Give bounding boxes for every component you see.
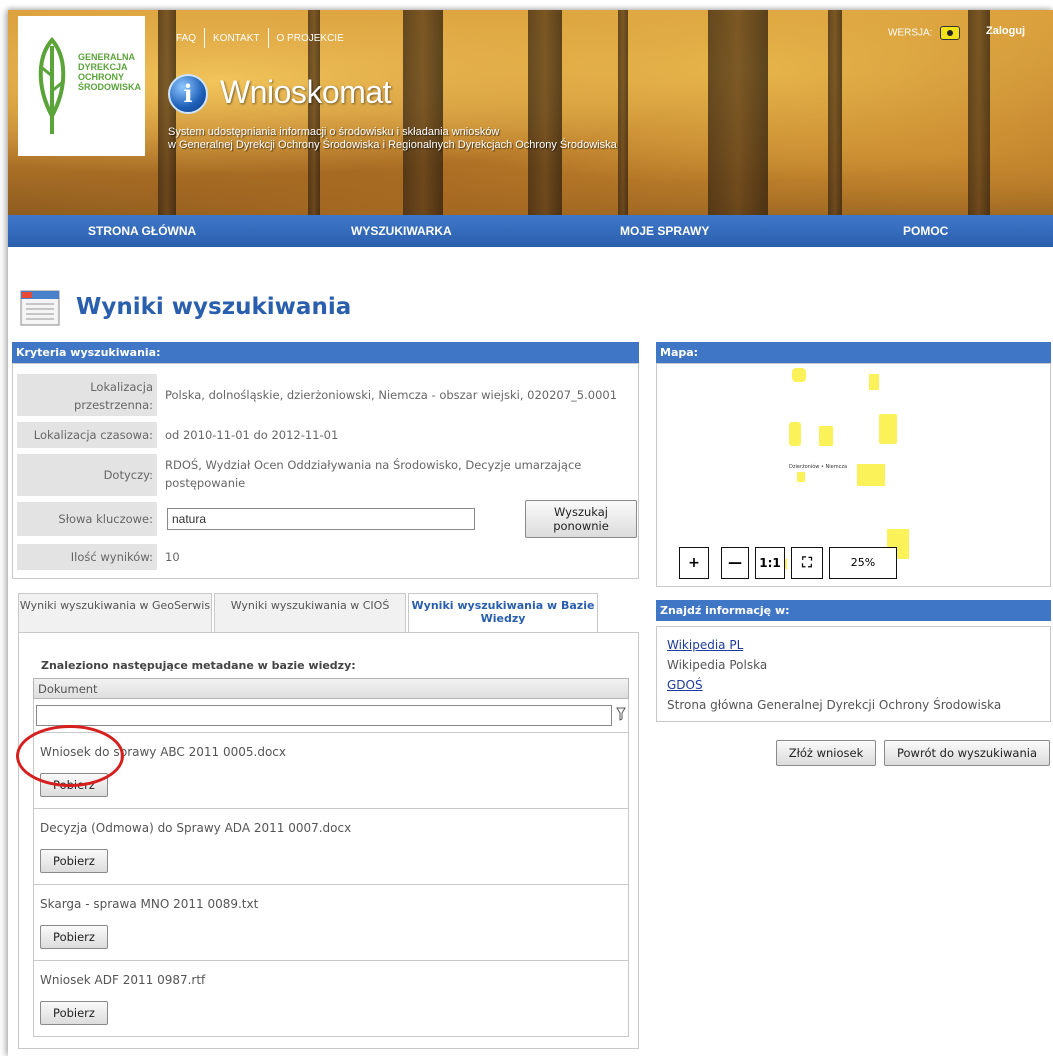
gdos-desc: Strona główna Generalnej Dyrekcji Ochron… bbox=[667, 698, 1002, 712]
nav-help[interactable]: POMOC bbox=[903, 224, 948, 238]
document-row: Decyzja (Odmowa) do Sprawy ADA 2011 0007… bbox=[33, 809, 629, 885]
results-panel: Znaleziono następujące metadane w bazie … bbox=[18, 632, 639, 1049]
document-name: Wniosek ADF 2011 0987.rtf bbox=[40, 973, 206, 987]
gdos-link[interactable]: GDOŚ bbox=[667, 678, 703, 692]
app-title: Wnioskomat bbox=[220, 74, 392, 110]
download-button[interactable]: Pobierz bbox=[40, 925, 108, 949]
document-name: Decyzja (Odmowa) do Sprawy ADA 2011 0007… bbox=[40, 821, 352, 835]
nav-search[interactable]: WYSZUKIWARKA bbox=[351, 224, 452, 238]
main-nav: STRONA GŁÓWNA WYSZUKIWARKA MOJE SPRAWY P… bbox=[8, 215, 1053, 247]
search-again-button[interactable]: Wyszukaj ponownie bbox=[525, 500, 637, 538]
wikipedia-desc: Wikipedia Polska bbox=[667, 658, 768, 672]
back-to-search-button[interactable]: Powrót do wyszukiwania bbox=[884, 740, 1050, 766]
leaf-icon bbox=[38, 36, 66, 134]
criteria-row-subject: Dotyczy: RDOŚ, Wydział Ocen Oddziaływani… bbox=[17, 454, 637, 496]
subtitle-line2: w Generalnej Dyrekcji Ochrony Środowiska… bbox=[168, 139, 617, 151]
accessibility-eye-icon[interactable] bbox=[940, 26, 961, 40]
top-links: FAQ KONTAKT O PROJEKCIE bbox=[168, 28, 352, 48]
column-header-document[interactable]: Dokument bbox=[33, 678, 629, 699]
document-name: Skarga - sprawa MNO 2011 0089.txt bbox=[40, 897, 259, 911]
gdos-logo[interactable]: GENERALNA DYREKCJA OCHRONY ŚRODOWISKA bbox=[18, 16, 145, 156]
found-label: Znaleziono następujące metadane w bazie … bbox=[41, 659, 356, 672]
filter-icon[interactable] bbox=[616, 707, 626, 721]
download-button[interactable]: Pobierz bbox=[40, 1001, 108, 1025]
wikipedia-link[interactable]: Wikipedia PL bbox=[667, 638, 743, 652]
contact-link[interactable]: KONTAKT bbox=[205, 33, 267, 44]
criteria-row-count: Ilość wyników: 10 bbox=[17, 544, 637, 570]
document-filter-input[interactable] bbox=[36, 705, 612, 726]
criteria-label: Lokalizacja czasowa: bbox=[17, 422, 157, 448]
nav-home[interactable]: STRONA GŁÓWNA bbox=[88, 224, 196, 238]
login-link[interactable]: Zaloguj bbox=[986, 25, 1025, 37]
version-switch[interactable]: WERSJA: bbox=[888, 26, 961, 40]
info-icon: i bbox=[168, 74, 208, 114]
results-list-icon bbox=[20, 290, 60, 326]
criteria-value: od 2010-11-01 do 2012-11-01 bbox=[165, 428, 339, 442]
zoom-1-1-button[interactable]: 1:1 bbox=[755, 547, 785, 579]
find-info-heading: Znajdź informację w: bbox=[656, 600, 1051, 621]
criteria-row-keywords: Słowa kluczowe: Wyszukaj ponownie bbox=[17, 500, 637, 538]
faq-link[interactable]: FAQ bbox=[168, 33, 204, 44]
download-button[interactable]: Pobierz bbox=[40, 849, 108, 873]
fullscreen-icon[interactable]: ⛶ bbox=[791, 547, 823, 579]
document-row: Skarga - sprawa MNO 2011 0089.txt Pobier… bbox=[33, 885, 629, 961]
map-heading: Mapa: bbox=[656, 342, 1051, 363]
criteria-label: Słowa kluczowe: bbox=[17, 502, 157, 536]
version-label: WERSJA: bbox=[888, 27, 933, 39]
submit-request-button[interactable]: Złóż wniosek bbox=[776, 740, 876, 766]
criteria-value: 10 bbox=[165, 550, 180, 564]
subtitle-line1: System udostępniania informacji o środow… bbox=[168, 126, 500, 138]
criteria-row-location: Lokalizacja przestrzenna: Polska, dolnoś… bbox=[17, 374, 637, 416]
zoom-in-button[interactable]: + bbox=[679, 547, 709, 579]
filter-row bbox=[33, 699, 629, 733]
tab-cios[interactable]: Wyniki wyszukiwania w CIOŚ bbox=[214, 593, 406, 633]
criteria-heading: Kryteria wyszukiwania: bbox=[12, 342, 639, 363]
logo-text: GENERALNA DYREKCJA OCHRONY ŚRODOWISKA bbox=[78, 52, 141, 92]
header-banner: GENERALNA DYREKCJA OCHRONY ŚRODOWISKA FA… bbox=[8, 10, 1053, 247]
app-subtitle: System udostępniania informacji o środow… bbox=[168, 126, 617, 152]
document-row: Wniosek ADF 2011 0987.rtf Pobierz bbox=[33, 961, 629, 1037]
tab-knowledge-base[interactable]: Wyniki wyszukiwania w Bazie Wiedzy bbox=[408, 593, 598, 634]
highlight-ellipse bbox=[16, 725, 124, 787]
criteria-label: Dotyczy: bbox=[17, 454, 157, 496]
criteria-panel: Lokalizacja przestrzenna: Polska, dolnoś… bbox=[12, 363, 639, 579]
criteria-label: Lokalizacja przestrzenna: bbox=[17, 374, 157, 416]
nav-my-cases[interactable]: MOJE SPRAWY bbox=[620, 224, 709, 238]
page-title: Wyniki wyszukiwania bbox=[76, 294, 352, 320]
criteria-value: RDOŚ, Wydział Ocen Oddziaływania na Środ… bbox=[165, 458, 582, 490]
criteria-value: Polska, dolnośląskie, dzierżoniowski, Ni… bbox=[165, 388, 618, 402]
document-row: Wniosek do sprawy ABC 2011 0005.docx Pob… bbox=[33, 733, 629, 809]
tab-geoserwis[interactable]: Wyniki wyszukiwania w GeoSerwis bbox=[18, 593, 212, 633]
keywords-input[interactable] bbox=[167, 508, 475, 530]
map-marker-label: Dzierżoniów • Niemcza bbox=[789, 464, 848, 470]
about-link[interactable]: O PROJEKCIE bbox=[269, 33, 352, 44]
criteria-row-time: Lokalizacja czasowa: od 2010-11-01 do 20… bbox=[17, 422, 637, 448]
criteria-label: Ilość wyników: bbox=[17, 544, 157, 570]
zoom-out-button[interactable]: — bbox=[721, 547, 749, 579]
zoom-level: 25% bbox=[829, 547, 897, 579]
map-view[interactable]: Dzierżoniów • Niemcza + — 1:1 ⛶ 25% bbox=[656, 363, 1051, 587]
find-info-panel: Wikipedia PL Wikipedia Polska GDOŚ Stron… bbox=[656, 626, 1051, 722]
